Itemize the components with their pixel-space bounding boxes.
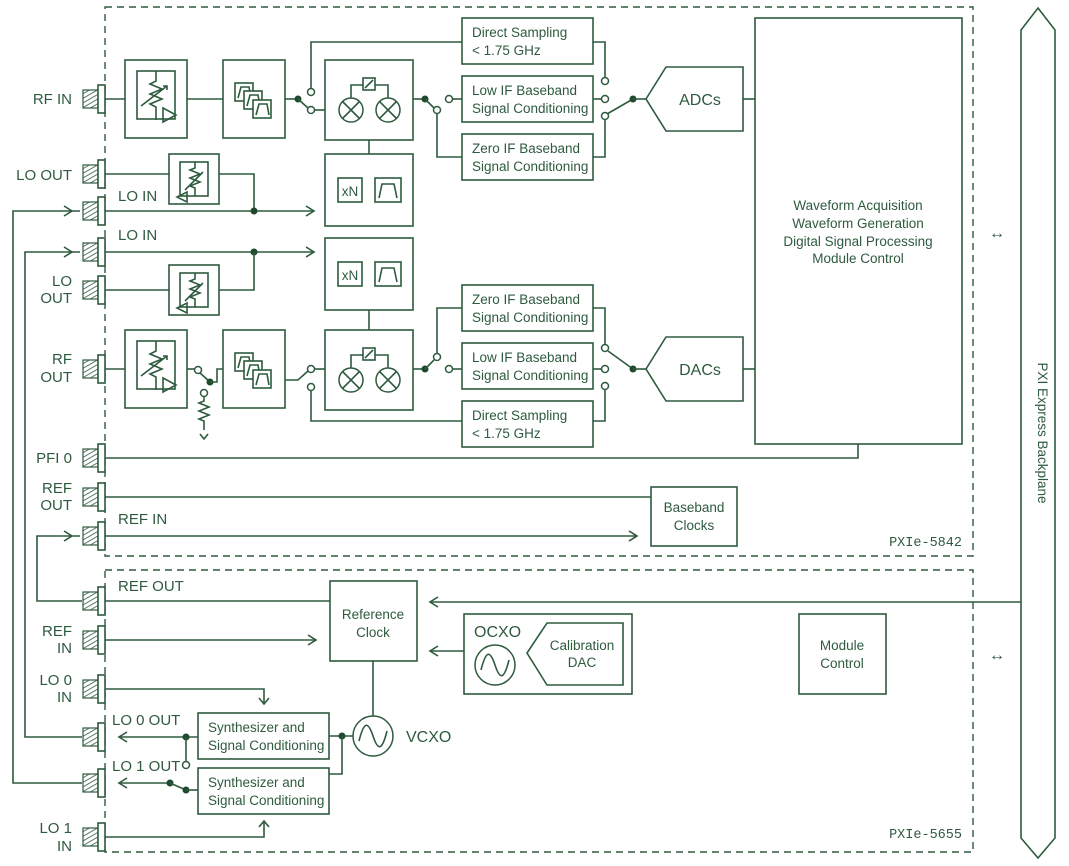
synthesizer-lo0-label-1: Synthesizer and	[208, 720, 305, 735]
rf-out-label-1: RF	[52, 351, 72, 368]
tx-direct-sampling-label: Direct Sampling	[472, 408, 567, 423]
lo-in-label-rx: LO IN	[118, 188, 157, 205]
rx-direct-sampling-label: Direct Sampling	[472, 25, 567, 40]
calibration-dac-label-1: Calibration	[550, 638, 615, 653]
tx-mixer-icon	[324, 329, 414, 411]
fpga-label-1: Waveform Acquisition	[793, 198, 922, 213]
lo0-out-label: LO 0 OUT	[112, 712, 180, 729]
tx-zero-if-label-2: Signal Conditioning	[472, 310, 588, 325]
ref-out-label-top-2: OUT	[40, 497, 72, 514]
rx-lo-multiplier-icon	[324, 153, 414, 227]
rf-out-connector[interactable]	[82, 354, 106, 384]
lo1-in-connector[interactable]	[82, 822, 106, 852]
ref-in-connector-bottom[interactable]	[82, 625, 106, 655]
lo1-out-label: LO 1 OUT	[112, 758, 180, 775]
lo-out-connector-tx[interactable]	[82, 275, 106, 305]
ref-loop-line	[36, 535, 82, 602]
ref-out-label-bottom: REF OUT	[118, 578, 184, 595]
rf-out-filter-bank-icon	[222, 329, 286, 409]
backplane-label: PXI Express Backplane	[1035, 362, 1050, 503]
lo1-out-connector[interactable]	[82, 768, 106, 798]
lo0-in-connector[interactable]	[82, 674, 106, 704]
rx-low-if-label-1: Low IF Baseband	[472, 83, 577, 98]
tx-lo-multiplier-icon	[324, 237, 414, 311]
ocxo-label: OCXO	[474, 624, 521, 641]
rf-out-attenuator-amp-icon	[124, 329, 188, 409]
synthesizer-lo1-label-2: Signal Conditioning	[208, 793, 324, 808]
module-control-label-1: Module	[820, 638, 864, 653]
lo-out-amp-icon-tx	[168, 264, 220, 316]
lo0-in-label-1: LO 0	[39, 672, 72, 689]
adcs-label: ADCs	[679, 92, 721, 109]
module-control-block	[798, 613, 887, 695]
tx-xn-label: xN	[342, 268, 359, 283]
lo-out-label-tx-2: OUT	[40, 290, 72, 307]
fpga-label-2: Waveform Generation	[792, 216, 924, 231]
vcxo-label: VCXO	[406, 729, 451, 746]
block-diagram: PXIe-5842 PXIe-5655 PXI Express Backplan…	[12, 6, 1056, 860]
bus-arrow-icon-top: ↔	[989, 225, 1005, 242]
ref-out-connector-bottom[interactable]	[82, 586, 106, 616]
tx-low-if-label-2: Signal Conditioning	[472, 368, 588, 383]
rx-zero-if-label-1: Zero IF Baseband	[472, 141, 580, 156]
bus-arrow-icon-bottom: ↔	[989, 647, 1005, 664]
lo0-in-label-2: IN	[57, 689, 72, 706]
pfi0-label: PFI 0	[36, 450, 72, 467]
lo-out-label-rx: LO OUT	[16, 167, 72, 184]
calibration-dac-block	[526, 622, 624, 686]
ref-out-connector-top[interactable]	[82, 482, 106, 512]
rf-in-filter-bank-icon	[222, 59, 286, 139]
synthesizer-lo1-label-1: Synthesizer and	[208, 775, 305, 790]
module-control-label-2: Control	[820, 656, 864, 671]
reference-clock-label-2: Clock	[356, 625, 390, 640]
calibration-dac-label-2: DAC	[568, 655, 597, 670]
lo1-in-label-2: IN	[57, 838, 72, 855]
lo0-out-connector[interactable]	[82, 722, 106, 752]
tx-direct-sampling-freq: < 1.75 GHz	[472, 426, 541, 441]
synthesizer-lo0-label-2: Signal Conditioning	[208, 738, 324, 753]
fpga-label-4: Module Control	[812, 251, 904, 266]
lo-out-amp-icon-rx	[168, 153, 220, 205]
baseband-clocks-block	[650, 486, 738, 547]
baseband-clocks-label-2: Clocks	[674, 518, 715, 533]
dacs-label: DACs	[679, 362, 721, 379]
rf-in-connector[interactable]	[82, 84, 106, 114]
module-label-pxie-5655: PXIe-5655	[889, 828, 962, 843]
ref-in-label-bottom-1: REF	[42, 623, 72, 640]
rx-xn-label: xN	[342, 184, 359, 199]
pfi0-connector[interactable]	[82, 443, 106, 473]
ref-in-label-top: REF IN	[118, 511, 167, 528]
ref-out-label-top-1: REF	[42, 480, 72, 497]
rf-out-label-2: OUT	[40, 369, 72, 386]
rx-mixer-icon	[324, 59, 414, 141]
module-label-pxie-5842: PXIe-5842	[889, 536, 962, 551]
tx-zero-if-label-1: Zero IF Baseband	[472, 292, 580, 307]
lo-in-connector-tx[interactable]	[82, 237, 106, 267]
termination-resistor-icon	[196, 397, 212, 430]
rf-in-attenuator-amp-icon	[124, 59, 188, 139]
lo-out-connector-rx[interactable]	[82, 159, 106, 189]
baseband-clocks-label-1: Baseband	[664, 500, 725, 515]
lo-out-label-tx-1: LO	[52, 273, 72, 290]
tx-low-if-label-1: Low IF Baseband	[472, 350, 577, 365]
lo-in-connector-rx[interactable]	[82, 196, 106, 226]
rf-in-label: RF IN	[33, 91, 72, 108]
lo-in-label-tx: LO IN	[118, 227, 157, 244]
rx-low-if-label-2: Signal Conditioning	[472, 101, 588, 116]
fpga-block	[754, 17, 963, 445]
lo1-in-label-1: LO 1	[39, 820, 72, 837]
ref-in-label-bottom-2: IN	[57, 640, 72, 657]
ref-in-connector-top[interactable]	[82, 521, 106, 551]
rx-zero-if-label-2: Signal Conditioning	[472, 159, 588, 174]
rx-direct-sampling-freq: < 1.75 GHz	[472, 43, 541, 58]
fpga-label-3: Digital Signal Processing	[783, 234, 932, 249]
reference-clock-label-1: Reference	[342, 607, 404, 622]
